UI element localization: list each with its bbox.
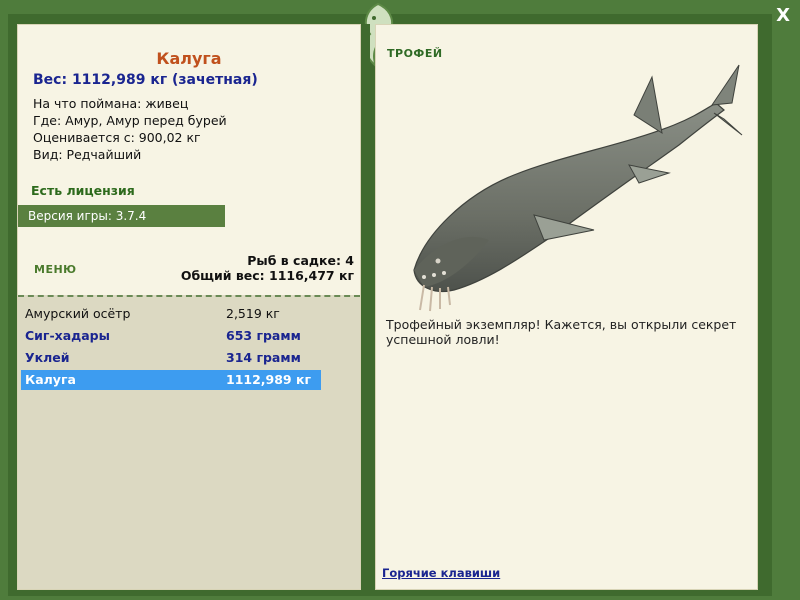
list-item[interactable]: Уклей 314 грамм	[21, 348, 321, 368]
species-info: Вид: Редчайший	[33, 147, 142, 162]
list-item-name: Калуга	[25, 372, 76, 387]
list-item-selected[interactable]: Калуга 1112,989 кг	[21, 370, 321, 390]
list-item-weight: 653 грамм	[226, 328, 301, 343]
list-item-name: Амурский осётр	[25, 306, 131, 321]
license-status: Есть лицензия	[31, 183, 135, 198]
list-item-weight: 2,519 кг	[226, 306, 280, 321]
cage-stats: Рыб в садке: 4 Общий вес: 1116,477 кг	[181, 253, 354, 283]
list-item-weight: 1112,989 кг	[226, 372, 311, 387]
cage-total-weight: Общий вес: 1116,477 кг	[180, 268, 354, 283]
fish-name-title: Калуга	[156, 49, 222, 68]
list-item[interactable]: Амурский осётр 2,519 кг	[21, 304, 321, 324]
list-item[interactable]: Сиг-хадары 653 грамм	[21, 326, 321, 346]
close-button[interactable]: X	[776, 5, 790, 26]
kaluga-fish-image	[413, 64, 743, 312]
trophy-panel: ТРОФЕЙ Трофейный экземпляр! Кажется, вы …	[375, 24, 758, 590]
catch-list: Амурский осётр 2,519 кг Сиг-хадары 653 г…	[18, 295, 360, 589]
game-version-bar: Версия игры: 3.7.4	[18, 205, 225, 227]
list-item-name: Сиг-хадары	[25, 328, 110, 343]
location-info: Где: Амур, Амур перед бурей	[33, 113, 227, 128]
valuation-info: Оценивается с: 900,02 кг	[33, 130, 201, 145]
fish-weight: Вес: 1112,989 кг (зачетная)	[33, 72, 258, 88]
list-item-name: Уклей	[25, 350, 70, 365]
cage-count: Рыб в садке: 4	[247, 253, 354, 268]
panel-divider	[364, 24, 370, 590]
bait-info: На что поймана: живец	[33, 96, 189, 111]
hotkeys-link[interactable]: Горячие клавиши	[382, 566, 500, 580]
window-frame: X Калуга Вес: 1112,989 кг (зачетная) На …	[0, 0, 800, 600]
list-item-weight: 314 грамм	[226, 350, 301, 365]
catch-info-panel: Калуга Вес: 1112,989 кг (зачетная) На чт…	[17, 24, 361, 590]
menu-button[interactable]: МЕНЮ	[34, 263, 77, 276]
trophy-description: Трофейный экземпляр! Кажется, вы открыли…	[386, 317, 737, 347]
fish-info-block: На что поймана: живец Где: Амур, Амур пе…	[33, 95, 227, 163]
